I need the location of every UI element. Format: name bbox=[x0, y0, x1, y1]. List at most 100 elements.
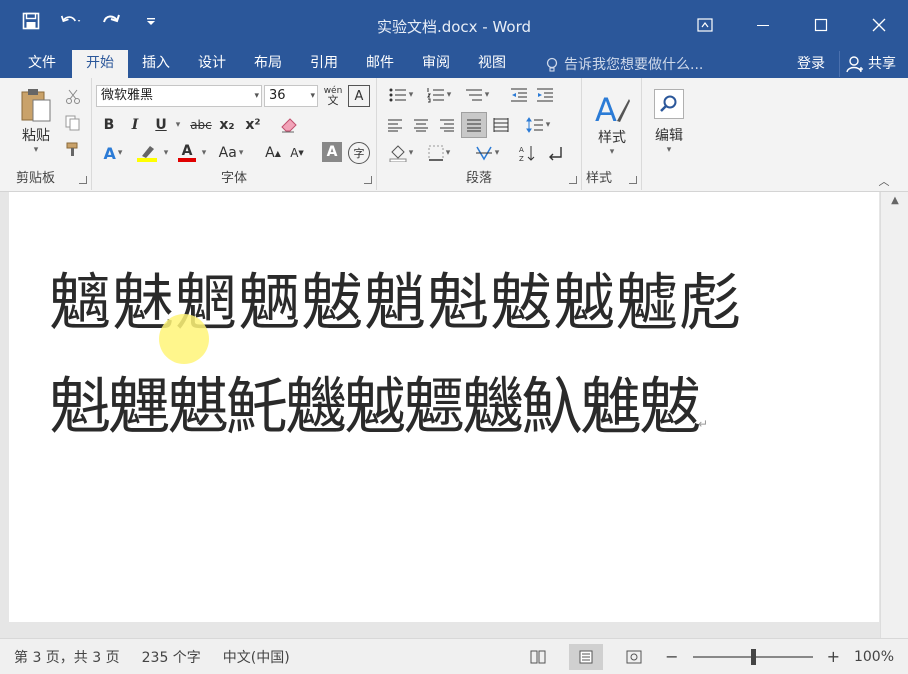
tab-mailings[interactable]: 邮件 bbox=[352, 50, 408, 78]
justify-icon[interactable] bbox=[461, 112, 487, 138]
styles-group: A 样式 ▾ 样式 bbox=[582, 78, 642, 190]
editing-button[interactable]: 编辑 ▾ bbox=[646, 82, 692, 162]
tab-file[interactable]: 文件 bbox=[0, 50, 72, 78]
clipboard-launcher-icon[interactable] bbox=[79, 176, 87, 184]
mouse-cursor-highlight bbox=[159, 314, 209, 364]
tab-review[interactable]: 审阅 bbox=[408, 50, 464, 78]
tell-me-box[interactable]: 告诉我您想要做什么... bbox=[520, 52, 703, 78]
chinese-layout-icon[interactable] bbox=[469, 142, 505, 164]
sort-icon[interactable]: AZ bbox=[515, 142, 539, 164]
clear-formatting-icon[interactable] bbox=[278, 114, 300, 136]
tab-references[interactable]: 引用 bbox=[296, 50, 352, 78]
font-color-button[interactable]: A bbox=[176, 142, 198, 164]
word-count[interactable]: 235 个字 bbox=[128, 647, 209, 667]
italic-button[interactable]: I bbox=[124, 114, 146, 136]
highlighter-icon bbox=[142, 146, 154, 158]
paste-button[interactable]: 粘贴 ▾ bbox=[14, 84, 58, 158]
title-bar: 实验文档.docx - Word bbox=[0, 0, 908, 50]
subscript-button[interactable]: x₂ bbox=[216, 114, 238, 136]
numbering-icon[interactable] bbox=[421, 84, 457, 106]
borders-icon[interactable] bbox=[421, 142, 457, 164]
clipboard-group: 粘贴 ▾ 剪贴板 bbox=[0, 78, 92, 190]
line-spacing-icon[interactable] bbox=[521, 114, 555, 136]
bold-button[interactable]: B bbox=[98, 114, 120, 136]
tab-layout[interactable]: 布局 bbox=[240, 50, 296, 78]
status-right: − + 100% bbox=[521, 643, 908, 670]
font-size-combo[interactable]: 36 ▾ bbox=[264, 85, 318, 107]
zoom-slider-knob[interactable] bbox=[750, 648, 756, 665]
document-line-1: 魑魅魍魉魃魈魁魃魆魖彪 bbox=[49, 266, 743, 339]
ribbon-tabs: 文件 开始 插入 设计 布局 引用 邮件 审阅 视图 告诉我您想要做什么... … bbox=[0, 50, 908, 78]
text-effects-button[interactable]: A bbox=[98, 142, 128, 164]
document-area: 魑魅魍魉魃魈魁魃魆魖彪 魁魓魌魠魕魆魒魕魞魋魃↵ ▲ bbox=[0, 192, 908, 638]
highlight-color-button[interactable] bbox=[134, 142, 160, 164]
styles-launcher-icon[interactable] bbox=[629, 176, 637, 184]
font-color-dropdown-icon[interactable]: ▾ bbox=[198, 142, 210, 164]
share-button[interactable]: 共享 bbox=[839, 51, 908, 77]
grow-font-button[interactable]: A ▲ bbox=[262, 142, 284, 164]
shrink-font-label: A bbox=[290, 146, 299, 160]
increase-indent-icon[interactable] bbox=[533, 84, 557, 106]
font-name-combo[interactable]: 微软雅黑 ▾ bbox=[96, 85, 262, 107]
language-indicator[interactable]: 中文(中国) bbox=[209, 647, 298, 667]
strikethrough-button[interactable]: abc bbox=[188, 114, 214, 136]
distributed-icon[interactable] bbox=[489, 114, 513, 136]
sign-in-link[interactable]: 登录 bbox=[783, 51, 839, 77]
align-center-icon[interactable] bbox=[409, 114, 433, 136]
change-case-button[interactable]: Aa bbox=[214, 142, 248, 164]
minimize-icon[interactable] bbox=[734, 0, 792, 50]
styles-icon: A bbox=[595, 91, 630, 127]
ribbon-display-options-icon[interactable] bbox=[676, 0, 734, 50]
align-right-icon[interactable] bbox=[435, 114, 459, 136]
collapse-ribbon-icon[interactable]: ︿ bbox=[876, 174, 892, 188]
shrink-font-button[interactable]: A ▼ bbox=[286, 142, 308, 164]
read-mode-icon[interactable] bbox=[521, 644, 555, 670]
paragraph-mark: ↵ bbox=[698, 417, 709, 431]
font-launcher-icon[interactable] bbox=[364, 176, 372, 184]
character-border-button[interactable]: A bbox=[348, 85, 370, 107]
paragraph-launcher-icon[interactable] bbox=[569, 176, 577, 184]
zoom-level[interactable]: 100% bbox=[854, 649, 894, 665]
document-page[interactable]: 魑魅魍魉魃魈魁魃魆魖彪 魁魓魌魠魕魆魒魕魞魋魃↵ bbox=[9, 192, 879, 622]
zoom-slider[interactable] bbox=[692, 648, 813, 665]
enclose-characters-button[interactable]: 字 bbox=[348, 142, 370, 164]
align-left-icon[interactable] bbox=[383, 114, 407, 136]
multilevel-list-icon[interactable] bbox=[459, 84, 495, 106]
chevron-down-icon[interactable]: ▾ bbox=[310, 86, 315, 106]
styles-gallery-button[interactable]: A 样式 ▾ bbox=[588, 84, 636, 164]
tab-view[interactable]: 视图 bbox=[464, 50, 520, 78]
underline-button[interactable]: U bbox=[150, 114, 172, 136]
scroll-up-icon[interactable]: ▲ bbox=[881, 192, 908, 210]
zoom-in-icon[interactable]: + bbox=[827, 647, 840, 666]
bullets-icon[interactable] bbox=[383, 84, 419, 106]
close-icon[interactable] bbox=[850, 0, 908, 50]
format-painter-icon[interactable] bbox=[62, 138, 84, 160]
editing-label: 编辑 bbox=[655, 128, 683, 144]
tab-insert[interactable]: 插入 bbox=[128, 50, 184, 78]
underline-dropdown-icon[interactable]: ▾ bbox=[172, 114, 184, 136]
pinyin-guide-button[interactable]: wén 文 bbox=[322, 85, 344, 107]
show-marks-icon[interactable] bbox=[543, 142, 567, 164]
copy-icon[interactable] bbox=[62, 112, 84, 134]
chevron-down-icon[interactable]: ▾ bbox=[254, 86, 259, 106]
highlight-dropdown-icon[interactable]: ▾ bbox=[160, 142, 172, 164]
vertical-scrollbar[interactable]: ▲ bbox=[880, 192, 908, 638]
web-layout-icon[interactable] bbox=[617, 644, 651, 670]
superscript-button[interactable]: x² bbox=[242, 114, 264, 136]
page-count[interactable]: 第 3 页，共 3 页 bbox=[0, 647, 128, 667]
editing-group: 编辑 ▾ bbox=[642, 78, 698, 190]
maximize-icon[interactable] bbox=[792, 0, 850, 50]
shading-icon[interactable] bbox=[383, 142, 419, 164]
print-layout-icon[interactable] bbox=[569, 643, 604, 670]
decrease-indent-icon[interactable] bbox=[507, 84, 531, 106]
tab-design[interactable]: 设计 bbox=[184, 50, 240, 78]
paste-dropdown-icon: ▾ bbox=[33, 145, 39, 155]
character-shading-button[interactable]: A bbox=[322, 142, 342, 162]
account-area: 登录 共享 bbox=[783, 50, 908, 78]
zoom-out-icon[interactable]: − bbox=[665, 647, 678, 666]
lightbulb-icon bbox=[546, 57, 558, 72]
grow-font-label: A bbox=[265, 145, 275, 161]
tab-home[interactable]: 开始 bbox=[72, 50, 128, 78]
share-label: 共享 bbox=[868, 56, 896, 72]
cut-icon[interactable] bbox=[62, 86, 84, 108]
